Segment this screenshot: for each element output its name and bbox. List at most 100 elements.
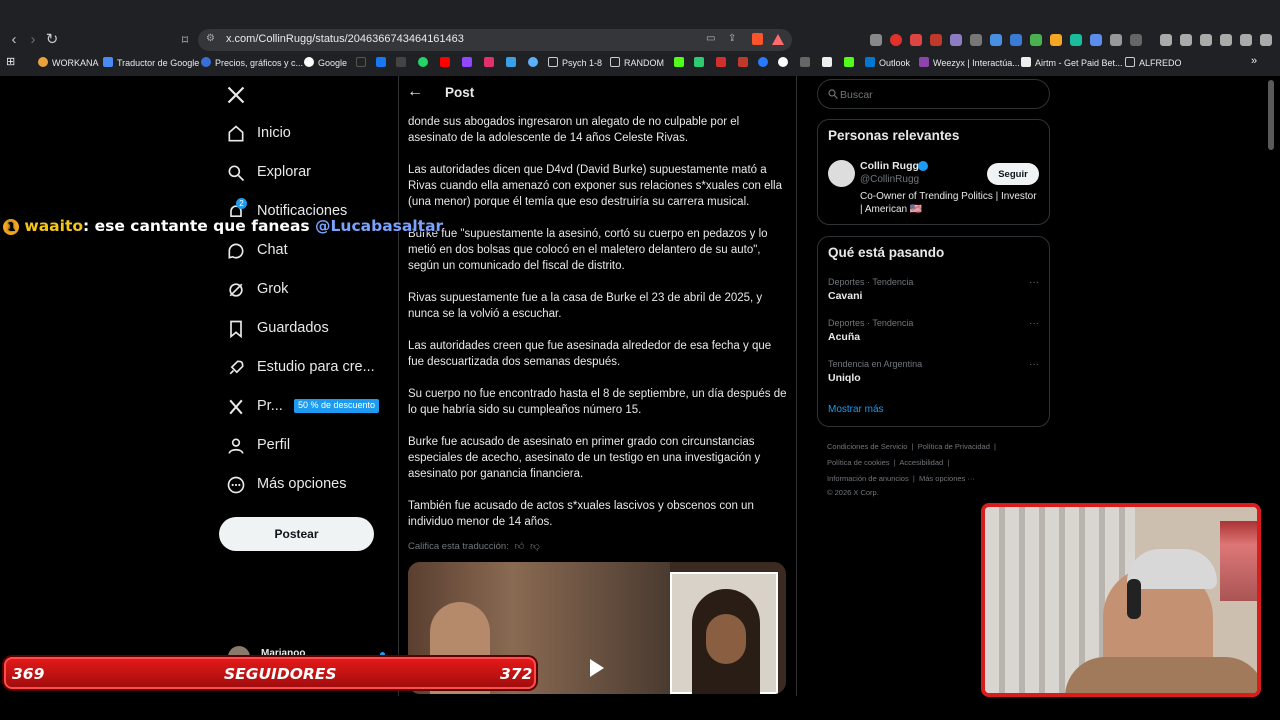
follower-goal: 372 <box>500 665 533 683</box>
footer-link[interactable]: Política de Privacidad <box>918 442 990 451</box>
more-dots-icon[interactable]: ··· <box>1029 359 1039 370</box>
youtube-icon[interactable] <box>440 57 454 68</box>
sidebar-icon[interactable] <box>1180 34 1192 46</box>
footer-link[interactable]: Información de anuncios <box>827 474 909 483</box>
site-info-icon[interactable]: ⚙ <box>206 33 215 44</box>
extension-icon[interactable] <box>970 34 982 46</box>
bookmark-icon-item[interactable] <box>844 57 858 68</box>
extension-icon[interactable] <box>910 34 922 46</box>
post-button[interactable]: Postear <box>219 517 374 551</box>
footer-link[interactable]: Accesibilidad <box>899 458 943 467</box>
share-icon[interactable]: ⇪ <box>728 33 736 44</box>
bookmark-folder[interactable]: RANDOM <box>610 57 664 68</box>
extension-icon[interactable] <box>930 34 942 46</box>
brave-rewards-icon[interactable] <box>772 34 784 45</box>
bookmark-icon-item[interactable] <box>674 57 688 68</box>
show-more-link[interactable]: Mostrar más <box>828 404 884 415</box>
bookmark-item[interactable]: Traductor de Google <box>103 57 199 68</box>
vpn-icon[interactable] <box>1240 34 1252 46</box>
tiktok-icon[interactable] <box>356 57 370 68</box>
address-bar[interactable]: ⚙ x.com/CollinRugg/status/20463667434641… <box>198 29 792 51</box>
x-icon[interactable] <box>396 57 410 68</box>
bookmark-icon-item[interactable] <box>528 57 542 68</box>
bookmark-icon-item[interactable] <box>778 57 792 68</box>
reload-icon[interactable]: ↻ <box>43 31 61 49</box>
search-input[interactable]: Buscar <box>817 79 1050 109</box>
bookmark-item[interactable]: Weezyx | Interactúa... <box>919 57 1020 68</box>
more-bookmarks-icon[interactable]: » <box>1251 55 1257 67</box>
menu-icon[interactable] <box>1260 34 1272 46</box>
bookmark-icon-item[interactable] <box>822 57 836 68</box>
translation-rating: Califica esta traducción: 👍︎ 👎︎ <box>408 540 540 552</box>
back-arrow-icon[interactable]: ← <box>407 83 423 101</box>
extension-icon[interactable] <box>1070 34 1082 46</box>
premium-discount-badge[interactable]: 50 % de descuento <box>294 399 380 413</box>
trend-name[interactable]: Uniqlo <box>828 372 861 384</box>
wallet-icon[interactable] <box>1200 34 1212 46</box>
back-icon[interactable]: ‹ <box>5 31 23 49</box>
more-dots-icon[interactable]: ··· <box>1029 318 1039 329</box>
bookmark-label: Psych 1-8 <box>562 58 603 68</box>
bookmark-label: Precios, gráficos y c... <box>215 58 304 68</box>
bookmark-icon-item[interactable] <box>800 57 814 68</box>
extension-icon[interactable] <box>950 34 962 46</box>
footer-link[interactable]: Más opciones ··· <box>919 474 975 483</box>
bookmark-item[interactable]: Precios, gráficos y c... <box>201 57 303 68</box>
extension-icon[interactable] <box>1030 34 1042 46</box>
bookmark-folder[interactable]: Psych 1-8 <box>548 57 602 68</box>
facebook-icon[interactable] <box>376 57 390 68</box>
brave-shield-icon[interactable] <box>752 33 763 45</box>
instagram-icon[interactable] <box>484 57 498 68</box>
search-placeholder: Buscar <box>840 89 873 101</box>
twitch-icon[interactable] <box>462 57 476 68</box>
footer-link[interactable]: Política de cookies <box>827 458 890 467</box>
follow-button[interactable]: Seguir <box>987 163 1039 185</box>
bookmark-icon-item[interactable] <box>758 57 772 68</box>
leo-ai-icon[interactable] <box>1220 34 1232 46</box>
apps-icon[interactable]: ⊞ <box>6 55 15 68</box>
extension-icon[interactable] <box>1050 34 1062 46</box>
whatsapp-icon[interactable] <box>418 57 432 68</box>
extension-icon[interactable] <box>990 34 1002 46</box>
thumbs-down-icon[interactable]: 👎︎ <box>530 541 540 552</box>
extension-icon[interactable] <box>1090 34 1102 46</box>
media-icon[interactable] <box>1160 34 1172 46</box>
video-inset-photo <box>670 572 778 694</box>
person-name[interactable]: Collin Rugg <box>860 160 919 172</box>
site-icon <box>694 57 704 67</box>
extensions-puzzle-icon[interactable] <box>1110 34 1122 46</box>
x-logo[interactable] <box>226 85 246 105</box>
page-scrollbar[interactable] <box>1268 80 1274 150</box>
trend-name[interactable]: Acuña <box>828 331 860 343</box>
more-dots-icon[interactable]: ··· <box>1029 277 1039 288</box>
avatar[interactable] <box>828 160 855 187</box>
webcam-headset <box>1127 579 1141 619</box>
extension-icon[interactable] <box>1130 34 1142 46</box>
column-divider <box>796 76 797 696</box>
thumbs-up-icon[interactable]: 👍︎ <box>515 541 525 552</box>
forward-icon[interactable]: › <box>24 31 42 49</box>
bookmark-item[interactable]: Google <box>304 57 347 68</box>
twitch-icon-glyph <box>462 57 472 67</box>
follower-goal-bar: 369 SEGUIDORES 372 <box>4 657 536 689</box>
play-icon[interactable] <box>590 659 604 677</box>
bookmark-icon-item[interactable] <box>738 57 752 68</box>
site-icon <box>778 57 788 67</box>
bookmark-label: ALFREDO <box>1139 58 1182 68</box>
bookmark-item[interactable]: WORKANA <box>38 57 99 68</box>
bookmark-folder[interactable]: ALFREDO <box>1125 57 1182 68</box>
bookmark-item[interactable]: Outlook <box>865 57 910 68</box>
chat-mention: @Lucabasaltar <box>315 217 444 235</box>
bookmark-icon-item[interactable] <box>694 57 708 68</box>
bookmark-icon[interactable]: ⌑ <box>176 31 194 49</box>
extension-icon[interactable] <box>1010 34 1022 46</box>
extension-icon[interactable] <box>890 34 902 46</box>
cast-icon[interactable]: ▭ <box>706 33 715 44</box>
trend-name[interactable]: Cavani <box>828 290 862 302</box>
footer-link[interactable]: Condiciones de Servicio <box>827 442 907 451</box>
stream-chat-message: 1 waaito: ese cantante que faneas @Lucab… <box>3 217 443 241</box>
bookmark-item[interactable]: Airtm - Get Paid Bet... <box>1021 57 1123 68</box>
bookmark-icon-item[interactable] <box>506 57 520 68</box>
bookmark-icon-item[interactable] <box>716 57 730 68</box>
extension-icon[interactable] <box>870 34 882 46</box>
